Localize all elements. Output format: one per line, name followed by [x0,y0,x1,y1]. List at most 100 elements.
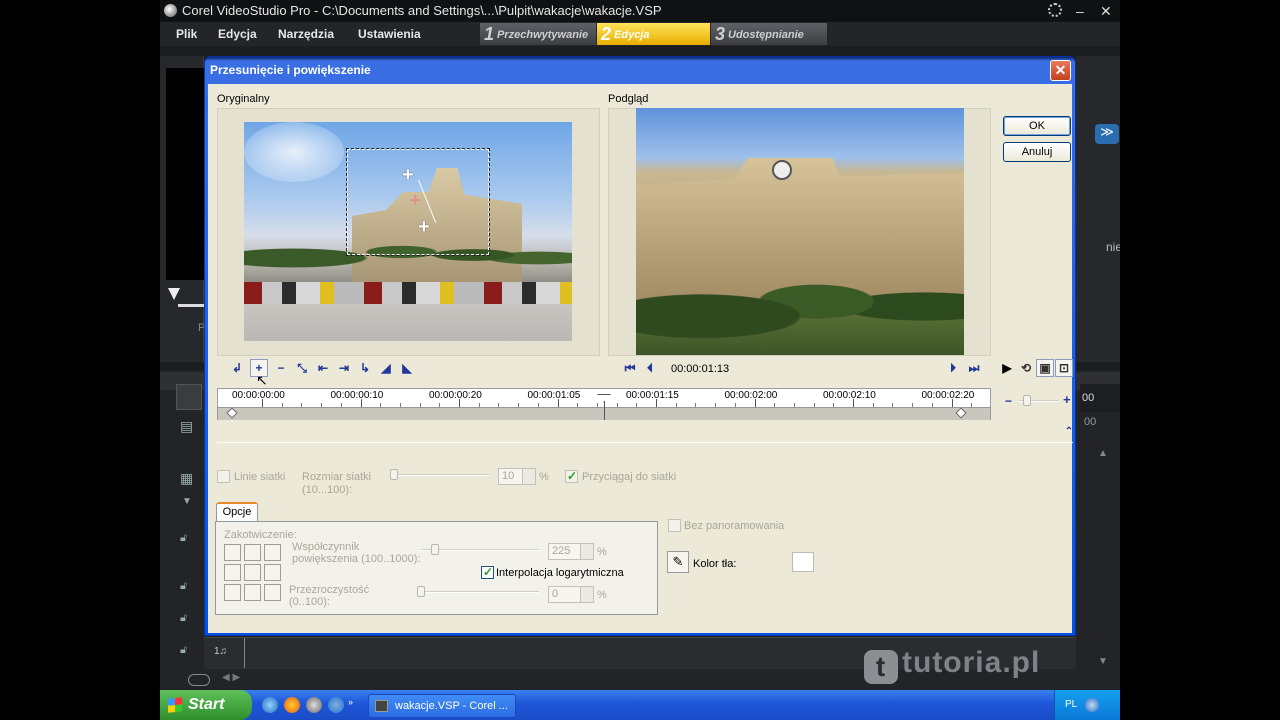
scroll-down-icon[interactable]: ▼ [1098,656,1108,667]
timeline-minor-tick [636,403,638,407]
collapse-icon[interactable]: ⌃ [1060,423,1078,441]
timeline-minor-tick [281,403,283,407]
show-desktop-icon[interactable] [262,697,278,713]
menu-plik[interactable]: Plik [176,22,197,46]
go-to-end-icon[interactable]: ⏭ [965,359,983,377]
lock-icon-1[interactable]: 🔓︎ [180,532,187,545]
menu-narzedzia[interactable]: Narzędzia [278,22,334,46]
zoom-out-icon[interactable]: − [1005,394,1012,408]
media-player-icon[interactable] [306,697,322,713]
anchor-cell[interactable] [224,544,241,561]
settings-icon[interactable] [1048,3,1062,17]
anchor-cell[interactable] [264,564,281,581]
expand-options-icon[interactable]: ≫ [1095,124,1119,144]
quicklaunch-expand-icon[interactable]: » [348,697,356,713]
copy-keyframe-right-icon[interactable]: ⇥ [335,359,353,377]
anchor-cell[interactable] [244,544,261,561]
menu-edycja[interactable]: Edycja [218,22,257,46]
keyframe-timeline[interactable]: 00:00:00:00 00:00:00:10 00:00:00:20 00:00:0… [217,388,991,420]
snap-to-grid-checkbox[interactable] [565,469,578,483]
prev-frame-icon[interactable]: ⏴ [641,359,659,377]
eyedropper-icon[interactable]: ✎ [667,551,689,573]
ok-button[interactable]: OK [1003,116,1071,136]
film-track-icon[interactable]: ▤ [180,418,193,435]
go-to-start-icon[interactable]: ⏮ [621,359,639,377]
storyboard-view-icon[interactable] [176,384,202,410]
cancel-button[interactable]: Anuluj [1003,142,1071,162]
zoom-factor-input[interactable]: 225 [548,543,594,560]
start-button[interactable]: Start [160,690,252,720]
original-image[interactable]: + + + [244,122,572,341]
remove-keyframe-icon[interactable]: − [272,359,290,377]
lock-icon-2[interactable]: 🔓︎ [180,580,187,593]
timeline-label: 00:00:02:10 [823,390,876,401]
timeline-zoom-slider[interactable] [1019,395,1059,406]
dialog-close-button[interactable]: ✕ [1050,60,1071,81]
dropdown-icon[interactable]: ▼ [182,496,192,507]
no-pan-checkbox[interactable] [668,519,681,532]
grid-size-range: (10...100): [302,484,353,496]
play-icon[interactable]: ▶ [998,359,1016,377]
current-position-icon[interactable]: + [410,190,421,211]
ease-out-icon[interactable]: ◣ [398,359,416,377]
grid-lines-checkbox[interactable] [217,470,230,483]
snap-to-grid-label: Przyciągaj do siatki [582,471,677,483]
anchor-cell[interactable] [224,564,241,581]
network-icon[interactable] [1085,698,1099,712]
taskbar-item-videostudio[interactable]: wakacje.VSP - Corel ... [368,694,516,718]
lock-icon-3[interactable]: 🔓︎ [180,612,187,625]
move-to-start-icon[interactable]: ↲ [228,359,246,377]
opacity-label: Przezroczystość [289,584,370,596]
skype-icon[interactable] [328,697,344,713]
menu-ustawienia[interactable]: Ustawienia [358,22,421,46]
timeline-minor-tick [321,403,323,407]
bg-color-swatch[interactable] [792,552,814,572]
anchor-cell[interactable] [244,564,261,581]
timeline-minor-tick [695,403,697,407]
options-tab[interactable]: Opcje [216,502,258,522]
grid-size-slider[interactable] [390,469,490,480]
app-titlebar: Corel VideoStudio Pro - C:\Documents and… [160,0,1120,22]
step-tab-capture[interactable]: 1 Przechwytywanie [480,23,596,45]
grid-size-input[interactable]: 10 [498,468,536,485]
system-tray: PL [1054,690,1120,720]
anchor-cell[interactable] [264,584,281,601]
move-to-end-icon[interactable]: ↳ [356,359,374,377]
step-tab-share[interactable]: 3 Udostępnianie [711,23,827,45]
zoom-in-icon[interactable]: + [1063,392,1071,407]
anchor-cell[interactable] [224,584,241,601]
preview-settings-icon[interactable]: ⊡ [1055,359,1073,377]
add-track-icon[interactable] [188,674,210,686]
opacity-input[interactable]: 0 [548,586,594,603]
opacity-slider[interactable] [417,586,539,597]
minimize-icon[interactable]: – [1076,0,1084,22]
repeat-icon[interactable]: ⟲ [1017,359,1035,377]
firefox-icon[interactable] [284,697,300,713]
timecode-fragment: 00 [1080,384,1120,412]
timeline-label: 00:00:00:00 [232,390,285,401]
timeline-minor-tick [301,403,303,407]
start-position-icon[interactable]: + [402,164,414,187]
language-indicator[interactable]: PL [1065,699,1077,710]
scroll-up-icon[interactable]: ▲ [1098,448,1108,459]
overlay-track-icon[interactable]: ▦ [180,470,193,487]
end-position-icon[interactable]: + [418,216,430,239]
timeline-minor-tick [833,403,835,407]
timeline-minor-tick [793,403,795,407]
timeline-minor-tick [912,403,914,407]
invert-keyframes-icon[interactable]: ⤡ [293,359,311,377]
timecode: 00:00:01:13 [671,363,730,375]
close-icon[interactable]: ✕ [1100,0,1112,22]
preview-palm-trees [636,258,964,355]
zoom-factor-slider[interactable] [421,544,539,555]
ease-in-icon[interactable]: ◢ [377,359,395,377]
anchor-cell[interactable] [244,584,261,601]
scroll-left-icon[interactable]: ◀ ▶ [222,672,240,683]
next-frame-icon[interactable]: ⏵ [944,359,962,377]
anchor-cell[interactable] [264,544,281,561]
device-preview-icon[interactable]: ▣ [1036,359,1054,377]
lock-icon-4[interactable]: 🔓︎ [180,644,187,657]
step-tab-edit[interactable]: 2 Edycja [597,23,710,45]
copy-keyframe-left-icon[interactable]: ⇤ [314,359,332,377]
log-interpolation-checkbox[interactable] [481,565,494,579]
